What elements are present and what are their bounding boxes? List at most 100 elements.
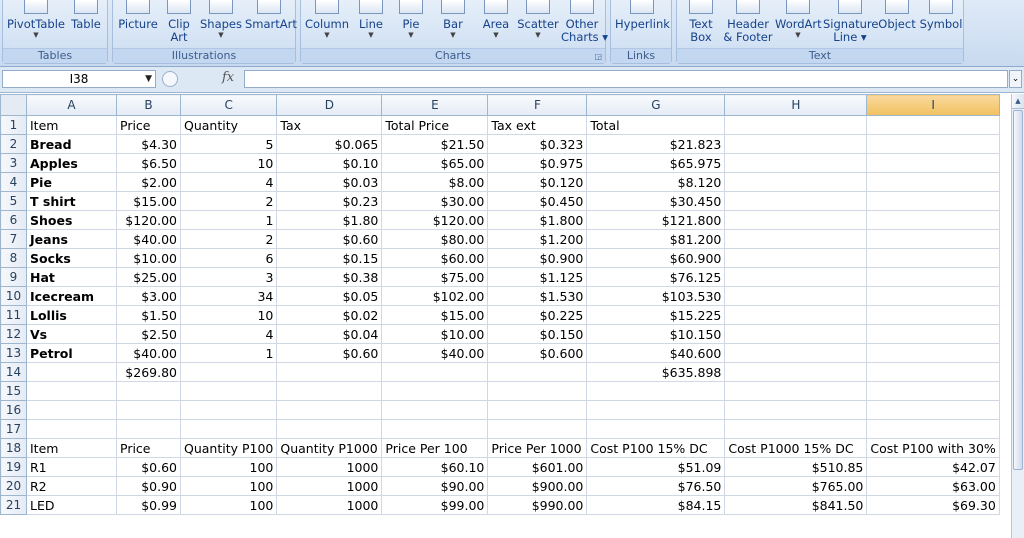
cell-h18[interactable]: Cost P1000 15% DC [724,438,868,458]
cell-e21[interactable]: $99.00 [381,495,489,515]
cell-b16[interactable] [116,400,181,420]
cell-i14[interactable] [866,362,1000,382]
cell-c6[interactable]: 1 [179,210,278,230]
cell-d7[interactable]: $0.60 [276,229,383,249]
cell-a9[interactable]: Hat [26,267,117,287]
cell-d1[interactable]: Tax [276,115,383,135]
cell-e9[interactable]: $75.00 [381,267,489,287]
cell-g11[interactable]: $15.225 [586,305,726,325]
row-header[interactable]: 17 [0,419,27,439]
column-header-b[interactable]: B [116,94,181,116]
chevron-down-icon[interactable]: ▼ [145,71,152,87]
row-header[interactable]: 18 [0,438,27,458]
cell-h16[interactable] [724,400,868,420]
cell-a18[interactable]: Item [26,438,117,458]
cell-i1[interactable] [866,115,1000,135]
cell-h10[interactable] [724,286,868,306]
cell-a12[interactable]: Vs [26,324,117,344]
cell-i13[interactable] [866,343,1000,363]
cell-d20[interactable]: 1000 [276,476,383,496]
cell-a3[interactable]: Apples [26,153,117,173]
row-header[interactable]: 4 [0,172,27,192]
cell-b1[interactable]: Price [116,115,181,135]
cell-b19[interactable]: $0.60 [116,457,181,477]
text-box-button[interactable]: Text Box [683,0,719,44]
shapes-button[interactable]: Shapes ▼ [199,0,243,39]
cell-g2[interactable]: $21.823 [586,134,726,154]
cell-i19[interactable]: $42.07 [866,457,1000,477]
cell-e16[interactable] [381,400,489,420]
cell-b7[interactable]: $40.00 [116,229,181,249]
insert-function-icon[interactable]: fx [222,70,234,85]
cell-a19[interactable]: R1 [26,457,117,477]
cell-d12[interactable]: $0.04 [276,324,383,344]
name-box[interactable]: I38 ▼ [2,70,156,88]
cell-i16[interactable] [866,400,1000,420]
cell-c17[interactable] [179,419,278,439]
cell-g7[interactable]: $81.200 [586,229,726,249]
row-header[interactable]: 5 [0,191,27,211]
cell-i3[interactable] [866,153,1000,173]
cell-f7[interactable]: $1.200 [487,229,588,249]
cell-c11[interactable]: 10 [179,305,278,325]
cell-d9[interactable]: $0.38 [276,267,383,287]
cell-d8[interactable]: $0.15 [276,248,383,268]
cell-c12[interactable]: 4 [179,324,278,344]
cell-d6[interactable]: $1.80 [276,210,383,230]
row-header[interactable]: 12 [0,324,27,344]
signature-line-button[interactable]: Signature Line ▾ [823,0,878,44]
cell-a6[interactable]: Shoes [26,210,117,230]
cell-d18[interactable]: Quantity P1000 [276,438,383,458]
cell-f2[interactable]: $0.323 [487,134,588,154]
cell-a8[interactable]: Socks [26,248,117,268]
cell-e12[interactable]: $10.00 [381,324,489,344]
formula-input[interactable] [244,70,1008,88]
picture-button[interactable]: Picture [117,0,159,31]
cell-i21[interactable]: $69.30 [866,495,1000,515]
cell-d2[interactable]: $0.065 [276,134,383,154]
cell-c21[interactable]: 100 [179,495,278,515]
row-header[interactable]: 2 [0,134,27,154]
cell-h15[interactable] [724,381,868,401]
cell-c15[interactable] [179,381,278,401]
row-header[interactable]: 21 [0,495,27,515]
row-header[interactable]: 14 [0,362,27,382]
cell-i17[interactable] [866,419,1000,439]
cell-h4[interactable] [724,172,868,192]
cell-g17[interactable] [586,419,726,439]
cell-e10[interactable]: $102.00 [381,286,489,306]
wordart-button[interactable]: WordArt ▼ [775,0,822,39]
cell-e7[interactable]: $80.00 [381,229,489,249]
cell-b18[interactable]: Price [116,438,181,458]
cell-g12[interactable]: $10.150 [586,324,726,344]
cell-f14[interactable] [487,362,588,382]
cell-b20[interactable]: $0.90 [116,476,181,496]
cell-e6[interactable]: $120.00 [381,210,489,230]
cell-f21[interactable]: $990.00 [487,495,588,515]
cell-e20[interactable]: $90.00 [381,476,489,496]
column-header-e[interactable]: E [381,94,489,116]
cell-i8[interactable] [866,248,1000,268]
cell-h19[interactable]: $510.85 [724,457,868,477]
cell-e1[interactable]: Total Price [381,115,489,135]
cell-a17[interactable] [26,419,117,439]
cell-e8[interactable]: $60.00 [381,248,489,268]
row-header[interactable]: 20 [0,476,27,496]
cell-d14[interactable] [276,362,383,382]
cell-g14[interactable]: $635.898 [586,362,726,382]
cell-e2[interactable]: $21.50 [381,134,489,154]
pie-chart-button[interactable]: Pie ▼ [395,0,427,39]
cell-f10[interactable]: $1.530 [487,286,588,306]
column-header-a[interactable]: A [26,94,117,116]
area-chart-button[interactable]: Area ▼ [479,0,513,39]
cell-b11[interactable]: $1.50 [116,305,181,325]
cell-d11[interactable]: $0.02 [276,305,383,325]
cell-c19[interactable]: 100 [179,457,278,477]
cell-e4[interactable]: $8.00 [381,172,489,192]
cell-a21[interactable]: LED [26,495,117,515]
cell-h11[interactable] [724,305,868,325]
cell-f1[interactable]: Tax ext [487,115,588,135]
cell-b9[interactable]: $25.00 [116,267,181,287]
cell-b10[interactable]: $3.00 [116,286,181,306]
scrollbar-thumb[interactable] [1013,110,1023,470]
